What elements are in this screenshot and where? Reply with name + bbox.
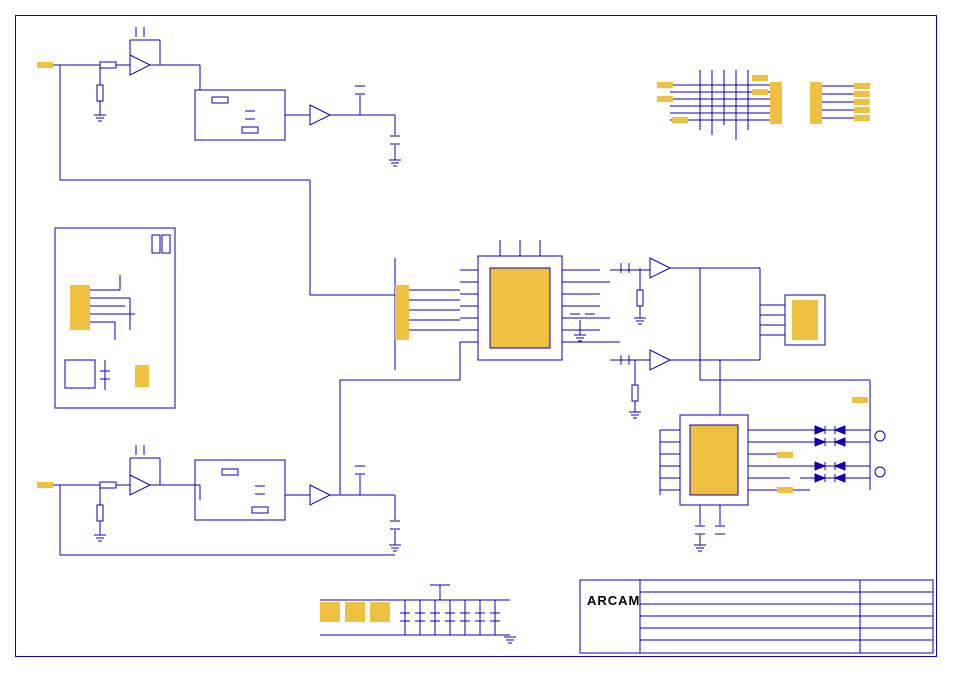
upper-left-chain (37, 27, 401, 295)
right-block (660, 268, 920, 551)
logo-text: ARCAM (587, 593, 640, 608)
title-block (580, 580, 933, 653)
power-block (320, 585, 516, 643)
center-ic (310, 240, 760, 418)
left-connector-box (55, 228, 175, 408)
lower-left-chain (37, 380, 401, 555)
schematic-svg (0, 0, 954, 675)
top-right-connectors (657, 70, 870, 140)
schematic-page: ARCAM (0, 0, 954, 675)
